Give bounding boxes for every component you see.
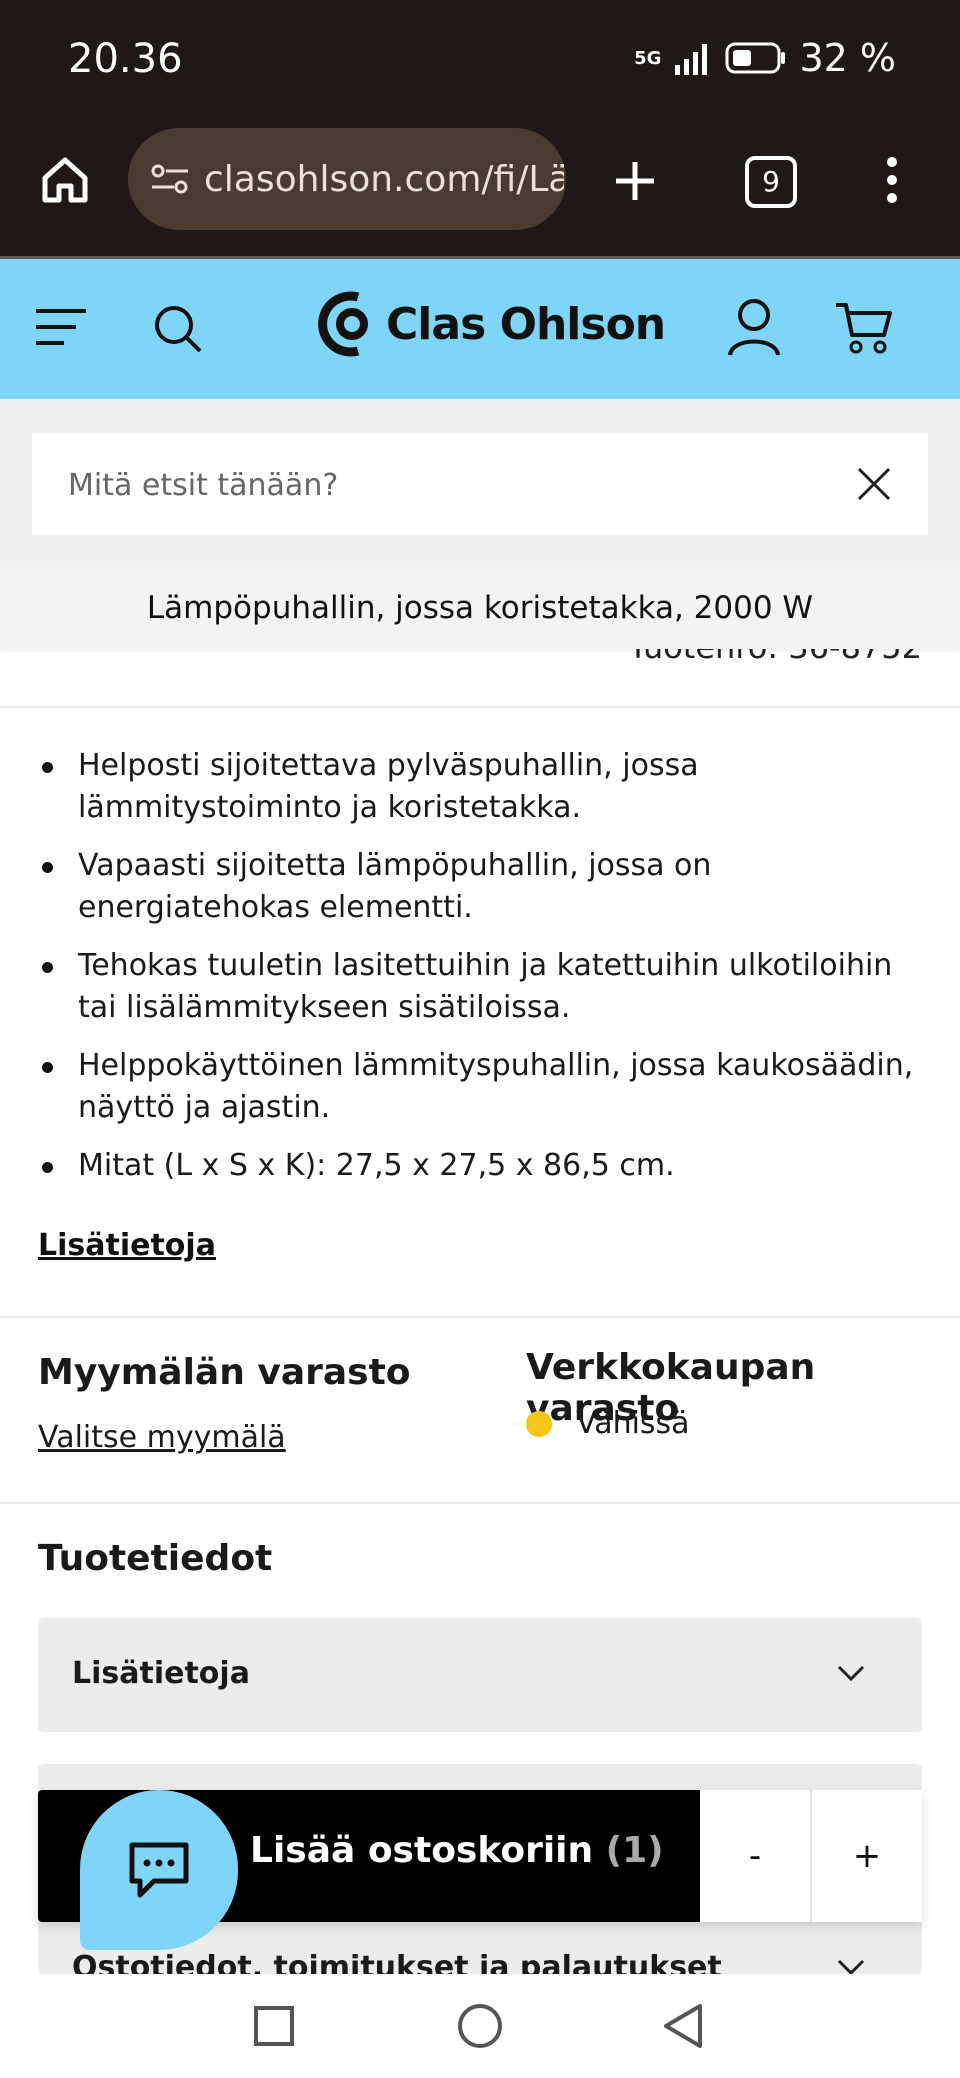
divider xyxy=(0,1316,960,1318)
accordion-more-info[interactable]: Lisätietoja xyxy=(38,1618,922,1732)
product-highlights: Helposti sijoitettava pylväspuhallin, jo… xyxy=(38,745,918,1203)
add-to-cart-label: Lisää ostoskoriin (1) xyxy=(250,1830,664,1871)
accordion-label: Lisätietoja xyxy=(72,1656,250,1691)
site-header: Clas Ohlson xyxy=(0,259,960,399)
cart-quantity: (1) xyxy=(605,1830,664,1871)
product-title: Lämpöpuhallin, jossa koristetakka, 2000 … xyxy=(146,590,814,626)
chevron-down-icon xyxy=(837,1959,865,1974)
stock-status-dot xyxy=(526,1410,552,1437)
more-info-link[interactable]: Lisätietoja xyxy=(38,1228,216,1263)
chevron-down-icon xyxy=(837,1665,865,1682)
search-box xyxy=(32,433,928,537)
tab-switcher-button[interactable]: 9 xyxy=(745,156,797,208)
brand-logo[interactable]: Clas Ohlson xyxy=(318,289,666,359)
product-details-title: Tuotetiedot xyxy=(38,1538,273,1579)
site-settings-icon[interactable] xyxy=(150,161,190,197)
battery-icon xyxy=(725,42,786,74)
signal-icon xyxy=(675,44,708,75)
product-title-bar: Lämpöpuhallin, jossa koristetakka, 2000 … xyxy=(0,567,960,649)
back-icon[interactable] xyxy=(660,2002,706,2050)
store-stock-title: Myymälän varasto xyxy=(38,1352,411,1393)
list-item: Tehokas tuuletin lasitettuihin ja katett… xyxy=(38,945,918,1029)
brand-name: Clas Ohlson xyxy=(386,298,666,350)
system-navigation-bar xyxy=(0,1974,960,2078)
divider xyxy=(0,1502,960,1504)
online-stock-status: Vähissä xyxy=(526,1406,690,1441)
home-icon[interactable] xyxy=(40,154,90,204)
search-icon[interactable] xyxy=(152,303,204,355)
menu-icon[interactable] xyxy=(34,305,88,349)
more-menu-icon[interactable] xyxy=(882,154,902,206)
accordion-label: Ostotiedot, toimitukset ja palautukset xyxy=(72,1950,722,1974)
battery-level: 32 % xyxy=(799,36,896,80)
select-store-link[interactable]: Valitse myymälä xyxy=(38,1420,286,1455)
status-bar: 20.36 5G 32 % xyxy=(0,0,960,124)
cart-icon[interactable] xyxy=(834,299,892,355)
divider xyxy=(0,706,960,708)
network-label: 5G xyxy=(634,47,662,69)
stock-status-label: Vähissä xyxy=(576,1406,690,1441)
status-time: 20.36 xyxy=(68,36,183,82)
home-button-icon[interactable] xyxy=(456,2002,504,2050)
url-text[interactable]: clasohlson.com/fi/Lä xyxy=(204,159,564,200)
browser-toolbar: clasohlson.com/fi/Lä 9 xyxy=(0,124,960,259)
tab-count: 9 xyxy=(762,165,780,198)
list-item: Mitat (L x S x K): 27,5 x 27,5 x 86,5 cm… xyxy=(38,1145,918,1187)
list-item: Vapaasti sijoitetta lämpöpuhallin, jossa… xyxy=(38,845,918,929)
close-icon[interactable] xyxy=(856,466,892,502)
account-icon[interactable] xyxy=(726,297,782,357)
search-area xyxy=(0,399,960,567)
status-indicators: 5G 32 % xyxy=(634,36,896,80)
decrease-quantity-button[interactable]: - xyxy=(700,1790,812,1922)
increase-quantity-button[interactable]: + xyxy=(812,1790,922,1922)
add-to-cart-text: Lisää ostoskoriin xyxy=(250,1830,594,1871)
url-bar[interactable]: clasohlson.com/fi/Lä xyxy=(128,128,566,230)
search-input[interactable] xyxy=(32,433,850,537)
new-tab-icon[interactable] xyxy=(610,156,660,206)
recent-apps-icon[interactable] xyxy=(252,2004,296,2048)
list-item: Helposti sijoitettava pylväspuhallin, jo… xyxy=(38,745,918,829)
chat-icon xyxy=(129,1842,189,1898)
list-item: Helppokäyttöinen lämmityspuhallin, jossa… xyxy=(38,1045,918,1129)
brand-logo-icon xyxy=(318,291,368,357)
chat-button[interactable] xyxy=(80,1790,238,1950)
